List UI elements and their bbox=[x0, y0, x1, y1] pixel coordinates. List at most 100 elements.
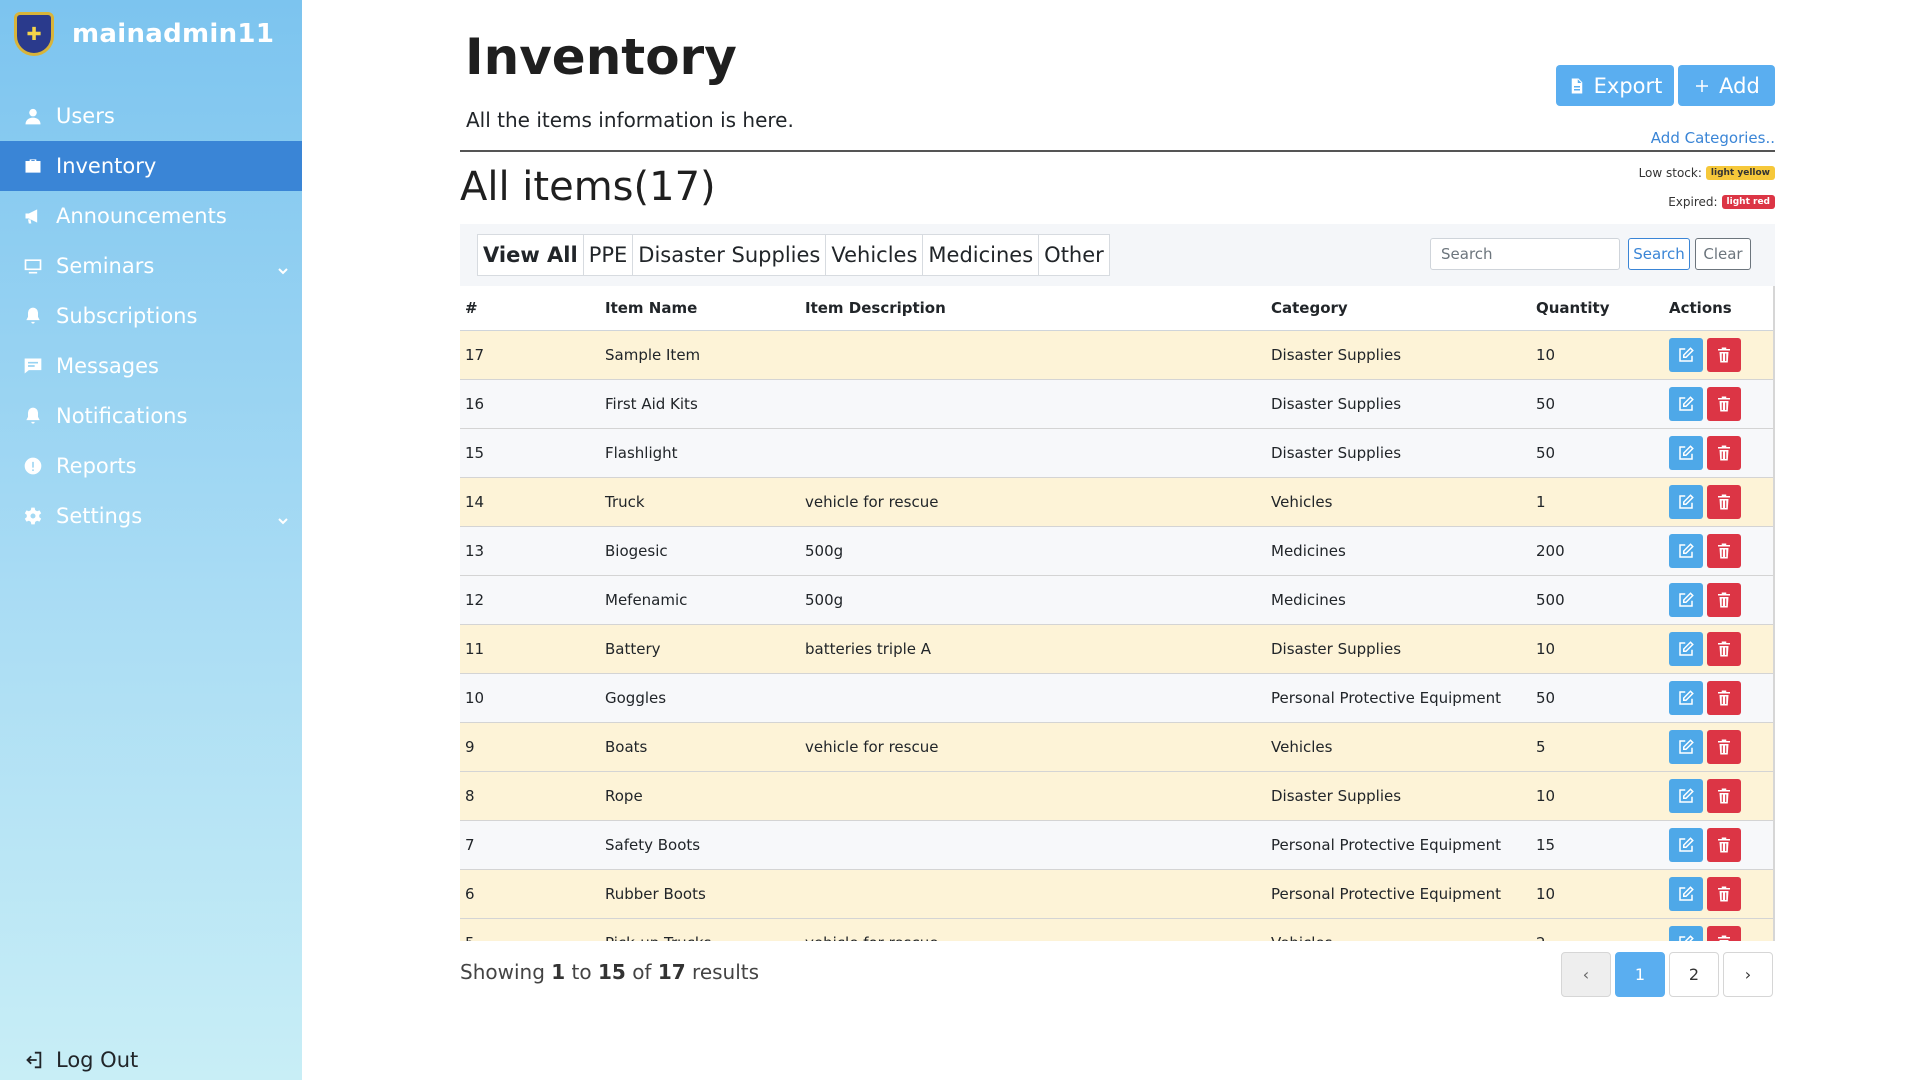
delete-button[interactable] bbox=[1707, 582, 1741, 617]
delete-button[interactable] bbox=[1707, 827, 1741, 862]
table-row: 13 Biogesic 500g Medicines 200 bbox=[460, 526, 1773, 576]
tab-ppe[interactable]: PPE bbox=[584, 235, 634, 275]
delete-button[interactable] bbox=[1707, 533, 1741, 568]
cell-description bbox=[800, 330, 1266, 380]
tab-other[interactable]: Other bbox=[1039, 235, 1109, 275]
cell-actions bbox=[1664, 918, 1773, 941]
tab-vehicles[interactable]: Vehicles bbox=[826, 235, 924, 275]
edit-button[interactable] bbox=[1669, 778, 1703, 813]
export-button[interactable]: Export bbox=[1556, 65, 1674, 106]
pagination-page-2[interactable]: 2 bbox=[1669, 952, 1719, 997]
add-categories-link[interactable]: Add Categories.. bbox=[1651, 129, 1775, 147]
row-actions bbox=[1669, 337, 1768, 372]
low-stock-legend: Low stock: light yellow bbox=[1639, 166, 1775, 180]
sidebar-item-settings[interactable]: Settings bbox=[0, 491, 302, 541]
edit-button[interactable] bbox=[1669, 484, 1703, 519]
sidebar-item-users[interactable]: Users bbox=[0, 91, 302, 141]
pagination-next-button[interactable]: › bbox=[1723, 952, 1773, 997]
filter-toolbar: View All PPE Disaster Supplies Vehicles … bbox=[460, 224, 1775, 286]
delete-button[interactable] bbox=[1707, 484, 1741, 519]
row-actions bbox=[1669, 435, 1768, 470]
edit-button[interactable] bbox=[1669, 337, 1703, 372]
sidebar-item-messages[interactable]: Messages bbox=[0, 341, 302, 391]
sidebar-item-label: Seminars bbox=[56, 254, 155, 278]
row-actions bbox=[1669, 680, 1768, 715]
delete-button[interactable] bbox=[1707, 778, 1741, 813]
cell-id: 5 bbox=[460, 918, 600, 941]
table-row: 10 Goggles Personal Protective Equipment 50 bbox=[460, 673, 1773, 723]
trash-icon bbox=[1718, 396, 1730, 411]
table-row: 14 Truck vehicle for rescue Vehicles 1 bbox=[460, 477, 1773, 527]
row-actions bbox=[1669, 925, 1768, 941]
cell-id: 16 bbox=[460, 379, 600, 429]
divider bbox=[460, 150, 1775, 152]
sidebar-item-subscriptions[interactable]: Subscriptions bbox=[0, 291, 302, 341]
cell-quantity: 2 bbox=[1531, 918, 1664, 941]
sidebar-item-notifications[interactable]: Notifications bbox=[0, 391, 302, 441]
tab-view-all[interactable]: View All bbox=[478, 235, 584, 275]
cell-id: 14 bbox=[460, 477, 600, 527]
cell-item-name: Battery bbox=[600, 624, 800, 674]
edit-button[interactable] bbox=[1669, 631, 1703, 666]
pagination: ‹ 1 2 › bbox=[1561, 952, 1773, 997]
sidebar-item-inventory[interactable]: Inventory bbox=[0, 141, 302, 191]
logout-button[interactable]: Log Out bbox=[22, 1048, 138, 1072]
search-input[interactable] bbox=[1430, 238, 1620, 270]
column-header-id: # bbox=[460, 286, 600, 331]
delete-button[interactable] bbox=[1707, 876, 1741, 911]
cell-description: batteries triple A bbox=[800, 624, 1266, 674]
edit-button[interactable] bbox=[1669, 386, 1703, 421]
chevron-down-icon bbox=[278, 507, 288, 525]
delete-button[interactable] bbox=[1707, 631, 1741, 666]
delete-button[interactable] bbox=[1707, 680, 1741, 715]
delete-button[interactable] bbox=[1707, 337, 1741, 372]
delete-button[interactable] bbox=[1707, 386, 1741, 421]
column-header-item-name: Item Name bbox=[600, 286, 800, 331]
sidebar-item-announcements[interactable]: Announcements bbox=[0, 191, 302, 241]
delete-button[interactable] bbox=[1707, 729, 1741, 764]
cell-category: Vehicles bbox=[1266, 722, 1531, 772]
edit-button[interactable] bbox=[1669, 435, 1703, 470]
delete-button[interactable] bbox=[1707, 925, 1741, 941]
tab-disaster-supplies[interactable]: Disaster Supplies bbox=[633, 235, 827, 275]
edit-icon bbox=[1679, 738, 1694, 754]
search-button[interactable]: Search bbox=[1628, 238, 1690, 270]
edit-button[interactable] bbox=[1669, 680, 1703, 715]
cell-quantity: 50 bbox=[1531, 379, 1664, 429]
trash-icon bbox=[1718, 592, 1730, 607]
edit-button[interactable] bbox=[1669, 876, 1703, 911]
trash-icon bbox=[1718, 494, 1730, 509]
column-header-description: Item Description bbox=[800, 286, 1266, 331]
cell-description bbox=[800, 379, 1266, 429]
cell-category: Personal Protective Equipment bbox=[1266, 673, 1531, 723]
bell-icon bbox=[22, 405, 44, 427]
sidebar-item-reports[interactable]: Reports bbox=[0, 441, 302, 491]
pagination-page-1[interactable]: 1 bbox=[1615, 952, 1665, 997]
clear-button[interactable]: Clear bbox=[1695, 238, 1751, 270]
table-row: 8 Rope Disaster Supplies 10 bbox=[460, 771, 1773, 821]
edit-button[interactable] bbox=[1669, 729, 1703, 764]
cell-description: vehicle for rescue bbox=[800, 477, 1266, 527]
cell-description bbox=[800, 428, 1266, 478]
trash-icon bbox=[1718, 543, 1730, 558]
tab-medicines[interactable]: Medicines bbox=[923, 235, 1040, 275]
edit-icon bbox=[1679, 640, 1694, 656]
delete-button[interactable] bbox=[1707, 435, 1741, 470]
trash-icon bbox=[1718, 347, 1730, 362]
edit-button[interactable] bbox=[1669, 533, 1703, 568]
expired-label: Expired: bbox=[1668, 195, 1718, 209]
row-actions bbox=[1669, 729, 1768, 764]
cell-actions bbox=[1664, 575, 1773, 625]
pagination-prev-button[interactable]: ‹ bbox=[1561, 952, 1611, 997]
edit-button[interactable] bbox=[1669, 827, 1703, 862]
edit-button[interactable] bbox=[1669, 925, 1703, 941]
cell-item-name: Pick-up Trucks bbox=[600, 918, 800, 941]
page-subtitle: All the items information is here. bbox=[466, 108, 794, 132]
sidebar-item-seminars[interactable]: Seminars bbox=[0, 241, 302, 291]
edit-button[interactable] bbox=[1669, 582, 1703, 617]
add-button[interactable]: Add bbox=[1678, 65, 1775, 106]
cell-quantity: 5 bbox=[1531, 722, 1664, 772]
table-row: 9 Boats vehicle for rescue Vehicles 5 bbox=[460, 722, 1773, 772]
cell-quantity: 10 bbox=[1531, 771, 1664, 821]
inventory-table-container[interactable]: # Item Name Item Description Category Qu… bbox=[460, 286, 1775, 941]
